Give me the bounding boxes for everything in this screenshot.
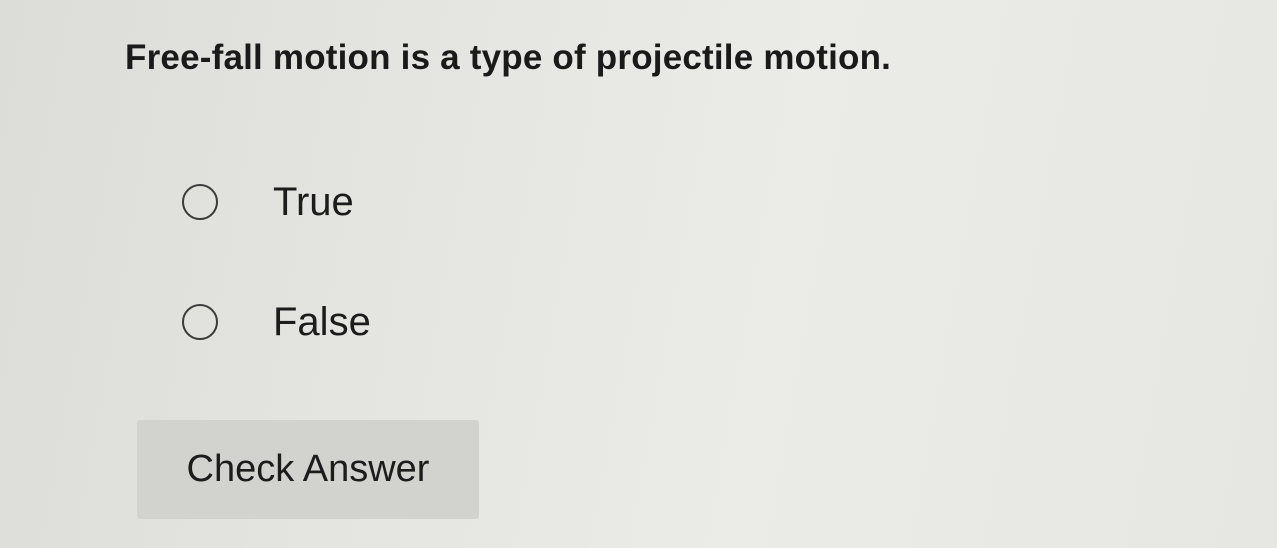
option-false[interactable]: False — [182, 292, 371, 352]
radio-button-false[interactable] — [182, 304, 218, 340]
quiz-page: Free-fall motion is a type of projectile… — [0, 0, 1277, 548]
option-true[interactable]: True — [182, 172, 371, 232]
question-text: Free-fall motion is a type of projectile… — [125, 38, 892, 77]
answer-options: True False — [182, 172, 371, 412]
radio-button-true[interactable] — [182, 184, 218, 220]
check-answer-button[interactable]: Check Answer — [137, 420, 479, 519]
option-label-true: True — [273, 179, 354, 224]
option-label-false: False — [273, 299, 371, 344]
